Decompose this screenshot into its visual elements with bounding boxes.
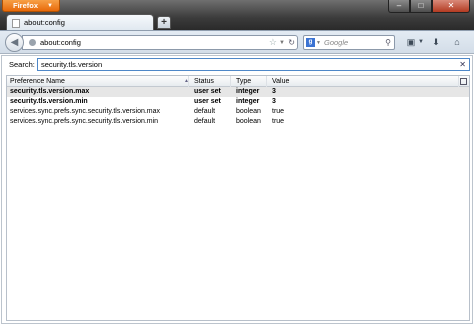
search-placeholder: Google: [324, 38, 349, 47]
navigation-toolbar: about:config ☆ ▼ ↻ ◀ g ▼ Google ⚲ ▣ ▼ ⬇ …: [0, 30, 474, 54]
pref-status: default: [194, 118, 216, 125]
pref-status: user set: [194, 88, 221, 95]
pref-type: boolean: [236, 118, 261, 125]
site-identity-icon[interactable]: [29, 39, 36, 46]
pref-type: integer: [236, 98, 260, 105]
pref-name: services.sync.prefs.sync.security.tls.ve…: [10, 118, 159, 125]
download-arrow-icon[interactable]: ⬇: [430, 36, 442, 49]
title-bar: Firefox ▼ – □ ✕ about:config +: [0, 0, 474, 31]
tab-title: about:config: [24, 18, 65, 27]
search-label: Search:: [9, 60, 35, 69]
tab-about-config[interactable]: about:config: [6, 14, 154, 31]
firefox-menu-label: Firefox: [13, 1, 39, 10]
pref-name: services.sync.prefs.sync.security.tls.ve…: [10, 108, 161, 115]
window-controls: – □ ✕: [388, 0, 470, 13]
pref-value: true: [272, 118, 285, 125]
pref-status: default: [194, 108, 216, 115]
sort-ascending-icon: ▲: [184, 78, 189, 84]
pref-status: user set: [194, 98, 221, 105]
magnifier-icon[interactable]: ⚲: [385, 37, 391, 48]
firefox-menu-button[interactable]: Firefox ▼: [2, 0, 60, 12]
table-row[interactable]: security.tls.version.min user set intege…: [7, 97, 469, 107]
bookmarks-icon[interactable]: ▣: [405, 36, 417, 49]
minimize-button[interactable]: –: [388, 0, 410, 13]
table-row[interactable]: services.sync.prefs.sync.security.tls.ve…: [7, 107, 469, 117]
search-bar[interactable]: g ▼ Google ⚲: [303, 35, 395, 50]
column-header-status[interactable]: Status: [191, 76, 231, 87]
pref-type: boolean: [236, 108, 261, 115]
table-row[interactable]: services.sync.prefs.sync.security.tls.ve…: [7, 117, 469, 127]
search-value: security.tls.version: [41, 60, 103, 69]
google-engine-icon[interactable]: g: [306, 38, 315, 47]
chevron-down-icon[interactable]: ▼: [417, 36, 425, 49]
preferences-table: Preference Name ▲ Status Type Value secu…: [6, 75, 470, 321]
pref-name: security.tls.version.max: [10, 88, 90, 95]
new-tab-button[interactable]: +: [157, 16, 171, 29]
column-header-value[interactable]: Value: [269, 76, 459, 87]
back-arrow-icon: ◀: [10, 37, 19, 48]
about-config-page: Search: security.tls.version ✕ Preferenc…: [1, 55, 473, 324]
table-row[interactable]: security.tls.version.max user set intege…: [7, 87, 469, 97]
star-icon[interactable]: ☆: [269, 37, 277, 48]
pref-name: security.tls.version.min: [10, 98, 88, 105]
config-search-input[interactable]: security.tls.version ✕: [37, 58, 470, 71]
clear-icon[interactable]: ✕: [459, 59, 466, 70]
maximize-button[interactable]: □: [410, 0, 432, 13]
column-picker-icon[interactable]: [460, 78, 467, 85]
page-icon: [12, 19, 20, 28]
back-button[interactable]: ◀: [5, 33, 24, 52]
column-header-name[interactable]: Preference Name: [7, 76, 189, 87]
pref-value: 3: [272, 88, 276, 95]
pref-value: 3: [272, 98, 276, 105]
chevron-down-icon[interactable]: ▼: [279, 38, 285, 48]
table-header: Preference Name ▲ Status Type Value: [7, 76, 469, 87]
config-search-row: Search: security.tls.version ✕: [2, 56, 472, 73]
home-icon[interactable]: ⌂: [450, 36, 464, 49]
chevron-down-icon[interactable]: ▼: [316, 38, 321, 48]
url-bar[interactable]: about:config ☆ ▼ ↻: [22, 35, 298, 50]
pref-type: integer: [236, 88, 260, 95]
chevron-down-icon: ▼: [47, 3, 53, 9]
pref-value: true: [272, 108, 285, 115]
column-header-type[interactable]: Type: [233, 76, 267, 87]
close-window-button[interactable]: ✕: [432, 0, 470, 13]
url-text: about:config: [40, 38, 81, 47]
reload-icon[interactable]: ↻: [288, 37, 295, 48]
